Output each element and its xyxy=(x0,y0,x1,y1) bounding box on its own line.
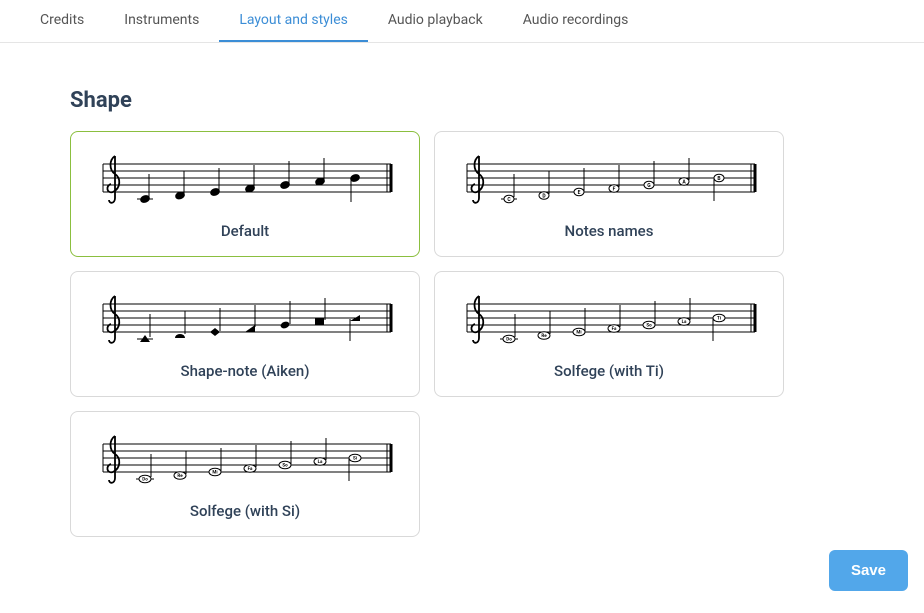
content-area: Shape xyxy=(0,43,924,557)
svg-text:E: E xyxy=(578,190,581,196)
tab-bar: Credits Instruments Layout and styles Au… xyxy=(0,0,924,43)
staff-preview-solfege-si: Do Re Mi Fa So La Si xyxy=(83,426,407,492)
svg-text:Re: Re xyxy=(177,473,183,479)
tab-audio-playback[interactable]: Audio playback xyxy=(368,0,503,42)
svg-text:F: F xyxy=(613,187,616,193)
svg-text:Do: Do xyxy=(506,337,512,343)
staff-preview-shape-note xyxy=(83,286,407,352)
tab-instruments[interactable]: Instruments xyxy=(104,0,219,42)
svg-text:Re: Re xyxy=(541,333,547,339)
option-default[interactable]: Default xyxy=(70,131,420,257)
option-label: Notes names xyxy=(447,222,771,240)
staff-preview-solfege-ti: Do Re Mi Fa So La Ti xyxy=(447,286,771,352)
svg-text:So: So xyxy=(646,323,652,329)
tab-layout-and-styles[interactable]: Layout and styles xyxy=(219,0,368,42)
svg-text:Fa: Fa xyxy=(612,326,617,332)
option-solfege-si[interactable]: Do Re Mi Fa So La Si Solfege (with Si) xyxy=(70,411,420,537)
section-title-shape: Shape xyxy=(70,88,864,113)
svg-text:La: La xyxy=(682,319,687,325)
save-button[interactable]: Save xyxy=(829,550,908,591)
svg-text:G: G xyxy=(647,183,651,189)
option-label: Shape-note (Aiken) xyxy=(83,362,407,380)
shape-options-grid: Default xyxy=(70,131,864,537)
svg-text:Mi: Mi xyxy=(212,470,217,476)
tab-audio-recordings[interactable]: Audio recordings xyxy=(503,0,649,42)
svg-text:Si: Si xyxy=(353,456,357,462)
svg-text:Mi: Mi xyxy=(576,330,581,336)
svg-text:Do: Do xyxy=(142,477,148,483)
option-solfege-ti[interactable]: Do Re Mi Fa So La Ti Solfege (with Ti) xyxy=(434,271,784,397)
option-label: Solfege (with Si) xyxy=(83,502,407,520)
option-label: Solfege (with Ti) xyxy=(447,362,771,380)
option-shape-note-aiken[interactable]: Shape-note (Aiken) xyxy=(70,271,420,397)
staff-preview-default xyxy=(83,146,407,212)
svg-text:Ti: Ti xyxy=(717,316,721,322)
svg-text:B: B xyxy=(717,176,720,182)
option-notes-names[interactable]: C D E F G A B Notes names xyxy=(434,131,784,257)
option-label: Default xyxy=(83,222,407,240)
svg-text:So: So xyxy=(282,463,288,469)
tab-credits[interactable]: Credits xyxy=(20,0,104,42)
svg-text:La: La xyxy=(318,459,323,465)
staff-preview-notes-names: C D E F G A B xyxy=(447,146,771,212)
svg-text:Fa: Fa xyxy=(248,466,253,472)
